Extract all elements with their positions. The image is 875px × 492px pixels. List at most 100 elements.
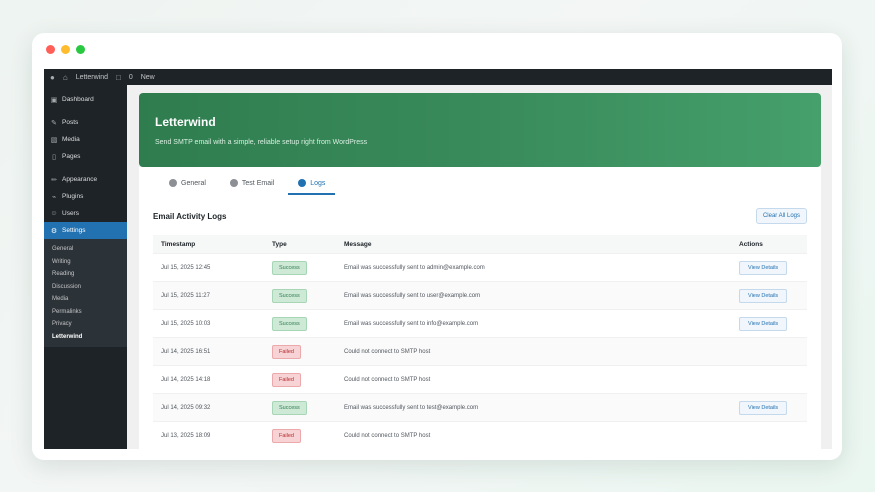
main-content: Letterwind Send SMTP email with a simple… bbox=[139, 93, 821, 449]
table-row: Jul 15, 2025 12:45 Success Email was succe… bbox=[153, 253, 807, 282]
submenu-item-discussion[interactable]: Discussion bbox=[44, 281, 127, 294]
window-controls bbox=[46, 45, 85, 54]
home-icon[interactable]: ⌂ bbox=[63, 73, 68, 82]
maximize-window-button[interactable] bbox=[76, 45, 85, 54]
status-badge: Failed bbox=[272, 372, 301, 387]
log-timestamp: Jul 15, 2025 12:45 bbox=[153, 253, 264, 282]
log-type-cell: Failed bbox=[264, 365, 336, 394]
plugin-subtitle: Send SMTP email with a simple, reliable … bbox=[155, 139, 368, 146]
close-window-button[interactable] bbox=[46, 45, 55, 54]
sidebar-item-media[interactable]: ▧ Media bbox=[44, 131, 127, 148]
minimize-window-button[interactable] bbox=[61, 45, 70, 54]
clear-logs-button[interactable]: Clear All Logs bbox=[755, 208, 807, 224]
log-message: Could not connect to SMTP host bbox=[336, 421, 731, 449]
column-header-timestamp[interactable]: Timestamp bbox=[153, 235, 264, 254]
log-type-cell: Success bbox=[264, 281, 336, 310]
comments-count: 0 bbox=[128, 73, 133, 81]
sidebar-item-posts[interactable]: ✎ Posts bbox=[44, 114, 127, 131]
new-content-link[interactable]: New bbox=[141, 74, 155, 81]
status-badge: Failed bbox=[272, 428, 301, 443]
sidebar-item-settings[interactable]: ⚙ Settings bbox=[44, 222, 127, 239]
sidebar-item-label: Dashboard bbox=[62, 96, 94, 103]
log-timestamp: Jul 14, 2025 16:51 bbox=[153, 337, 264, 366]
log-type-cell: Failed bbox=[264, 337, 336, 366]
log-actions-cell bbox=[731, 365, 807, 394]
submenu-item-permalinks[interactable]: Permalinks bbox=[44, 306, 127, 319]
view-details-button[interactable]: View Details bbox=[739, 400, 788, 415]
submenu-item-letterwind[interactable]: Letterwind bbox=[44, 331, 127, 344]
column-header-type[interactable]: Type bbox=[264, 235, 336, 254]
log-timestamp: Jul 15, 2025 10:03 bbox=[153, 309, 264, 338]
sidebar-item-label: Posts bbox=[62, 119, 79, 126]
submenu-item-general[interactable]: General bbox=[44, 243, 127, 256]
log-message: Email was successfully sent to test@exam… bbox=[336, 393, 731, 422]
log-timestamp: Jul 14, 2025 14:18 bbox=[153, 365, 264, 394]
table-row: Jul 13, 2025 18:09 Failed Could not connec… bbox=[153, 421, 807, 449]
submenu-item-privacy[interactable]: Privacy bbox=[44, 318, 127, 331]
column-header-actions: Actions bbox=[731, 235, 807, 254]
sidebar-item-users[interactable]: ☺ Users bbox=[44, 205, 127, 222]
sidebar-item-label: Pages bbox=[62, 153, 81, 160]
logs-title: Email Activity Logs bbox=[153, 211, 227, 221]
admin-sidebar: ▣ Dashboard ✎ Posts ▧ Media ▯ Pages ✏ Appearance ⌁… bbox=[44, 85, 127, 449]
log-actions-cell: View Details bbox=[731, 393, 807, 422]
log-message: Email was successfully sent to admin@exa… bbox=[336, 253, 731, 282]
sidebar-item-label: Plugins bbox=[62, 193, 84, 200]
sidebar-item-dashboard[interactable]: ▣ Dashboard bbox=[44, 91, 127, 108]
settings-icon: ⚙ bbox=[50, 227, 58, 235]
tab-test-email[interactable]: Test Email bbox=[220, 173, 284, 195]
wordpress-admin: ● ⌂ Letterwind □ 0 New ▣ Dashboard ✎ Posts ▧… bbox=[44, 69, 832, 449]
status-badge: Failed bbox=[272, 344, 301, 359]
log-timestamp: Jul 14, 2025 09:32 bbox=[153, 393, 264, 422]
sidebar-item-plugins[interactable]: ⌁ Plugins bbox=[44, 188, 127, 205]
plugin-header: Letterwind Send SMTP email with a simple… bbox=[139, 93, 821, 167]
submenu-item-reading[interactable]: Reading bbox=[44, 268, 127, 281]
log-actions-cell: View Details bbox=[731, 253, 807, 282]
log-message: Could not connect to SMTP host bbox=[336, 365, 731, 394]
submenu-item-writing[interactable]: Writing bbox=[44, 256, 127, 269]
table-row: Jul 14, 2025 09:32 Success Email was succe… bbox=[153, 393, 807, 422]
sidebar-item-appearance[interactable]: ✏ Appearance bbox=[44, 171, 127, 188]
log-timestamp: Jul 15, 2025 11:27 bbox=[153, 281, 264, 310]
plug-icon: ⌁ bbox=[51, 193, 57, 201]
tab-label: General bbox=[181, 179, 206, 187]
page-icon: ▯ bbox=[52, 153, 56, 161]
view-details-button[interactable]: View Details bbox=[739, 260, 788, 275]
sidebar-item-label: Appearance bbox=[62, 176, 98, 183]
log-actions-cell bbox=[731, 421, 807, 449]
admin-bar: ● ⌂ Letterwind □ 0 New bbox=[44, 69, 832, 85]
log-type-cell: Success bbox=[264, 253, 336, 282]
log-type-cell: Failed bbox=[264, 421, 336, 449]
status-badge: Success bbox=[272, 316, 307, 331]
log-message: Email was successfully sent to info@exam… bbox=[336, 309, 731, 338]
sidebar-item-pages[interactable]: ▯ Pages bbox=[44, 148, 127, 165]
table-row: Jul 15, 2025 10:03 Success Email was succe… bbox=[153, 309, 807, 338]
tab-label: Logs bbox=[310, 179, 326, 187]
status-badge: Success bbox=[272, 400, 307, 415]
site-name-link[interactable]: Letterwind bbox=[76, 74, 108, 81]
app-window: ● ⌂ Letterwind □ 0 New ▣ Dashboard ✎ Posts ▧… bbox=[32, 33, 842, 460]
column-header-message[interactable]: Message bbox=[336, 235, 731, 254]
log-message: Email was successfully sent to user@exam… bbox=[336, 281, 731, 310]
view-details-button[interactable]: View Details bbox=[739, 316, 788, 331]
pin-icon: ✎ bbox=[51, 119, 57, 127]
view-details-button[interactable]: View Details bbox=[739, 288, 788, 303]
tab-logs[interactable]: Logs bbox=[288, 173, 336, 195]
submenu-item-media[interactable]: Media bbox=[44, 293, 127, 306]
log-actions-cell: View Details bbox=[731, 281, 807, 310]
brush-icon: ✏ bbox=[51, 176, 57, 184]
gear-icon bbox=[169, 179, 177, 187]
sidebar-item-label: Settings bbox=[62, 227, 86, 234]
log-type-cell: Success bbox=[264, 393, 336, 422]
sidebar-item-label: Media bbox=[62, 136, 80, 143]
envelope-icon bbox=[229, 179, 238, 187]
log-type-cell: Success bbox=[264, 309, 336, 338]
media-icon: ▧ bbox=[50, 136, 58, 144]
log-actions-cell: View Details bbox=[731, 309, 807, 338]
wordpress-logo-icon[interactable]: ● bbox=[50, 73, 55, 82]
dashboard-icon: ▣ bbox=[50, 96, 58, 104]
tab-general[interactable]: General bbox=[159, 173, 216, 195]
user-icon: ☺ bbox=[50, 210, 58, 217]
comments-icon[interactable]: □ bbox=[116, 73, 121, 82]
table-row: Jul 14, 2025 16:51 Failed Could not connec… bbox=[153, 337, 807, 366]
